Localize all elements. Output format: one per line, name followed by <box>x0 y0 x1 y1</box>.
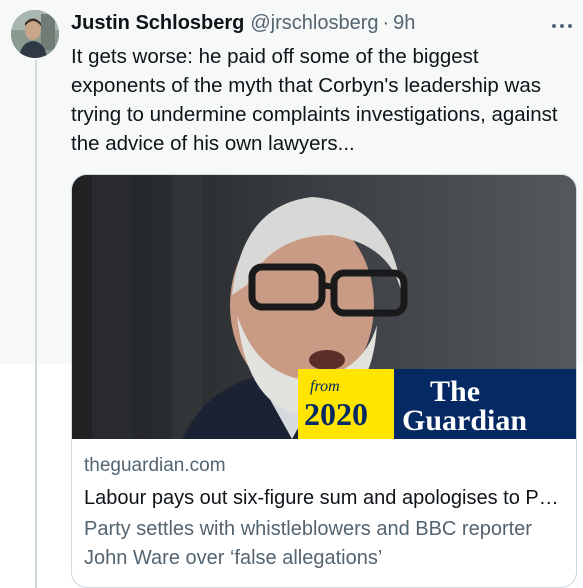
card-domain: theguardian.com <box>84 455 226 476</box>
card-headline: Labour pays out six-figure sum and apolo… <box>84 487 564 509</box>
author-handle[interactable]: @jrschlosberg <box>250 12 378 35</box>
more-horizontal-icon[interactable] <box>551 13 573 36</box>
card-image: from 2020 The Guardian <box>72 175 576 439</box>
thread-line <box>35 60 37 588</box>
avatar[interactable] <box>11 10 59 58</box>
author-name[interactable]: Justin Schlosberg <box>71 12 244 35</box>
tweet-time[interactable]: 9h <box>393 12 415 35</box>
card-meta: theguardian.com Labour pays out six-figu… <box>84 453 564 573</box>
tweet-text: It gets worse: he paid off some of the b… <box>71 45 558 155</box>
guardian-logo-line2: Guardian <box>402 404 527 437</box>
badge-year: 2020 <box>304 396 368 432</box>
tweet-header: Justin Schlosberg @jrschlosberg · 9h <box>71 10 567 36</box>
link-card[interactable]: from 2020 The Guardian theguardian.com L… <box>71 174 577 588</box>
separator-dot: · <box>382 11 390 34</box>
card-description: Party settles with whistleblowers and BB… <box>84 518 532 569</box>
badge-from: from <box>310 378 340 395</box>
